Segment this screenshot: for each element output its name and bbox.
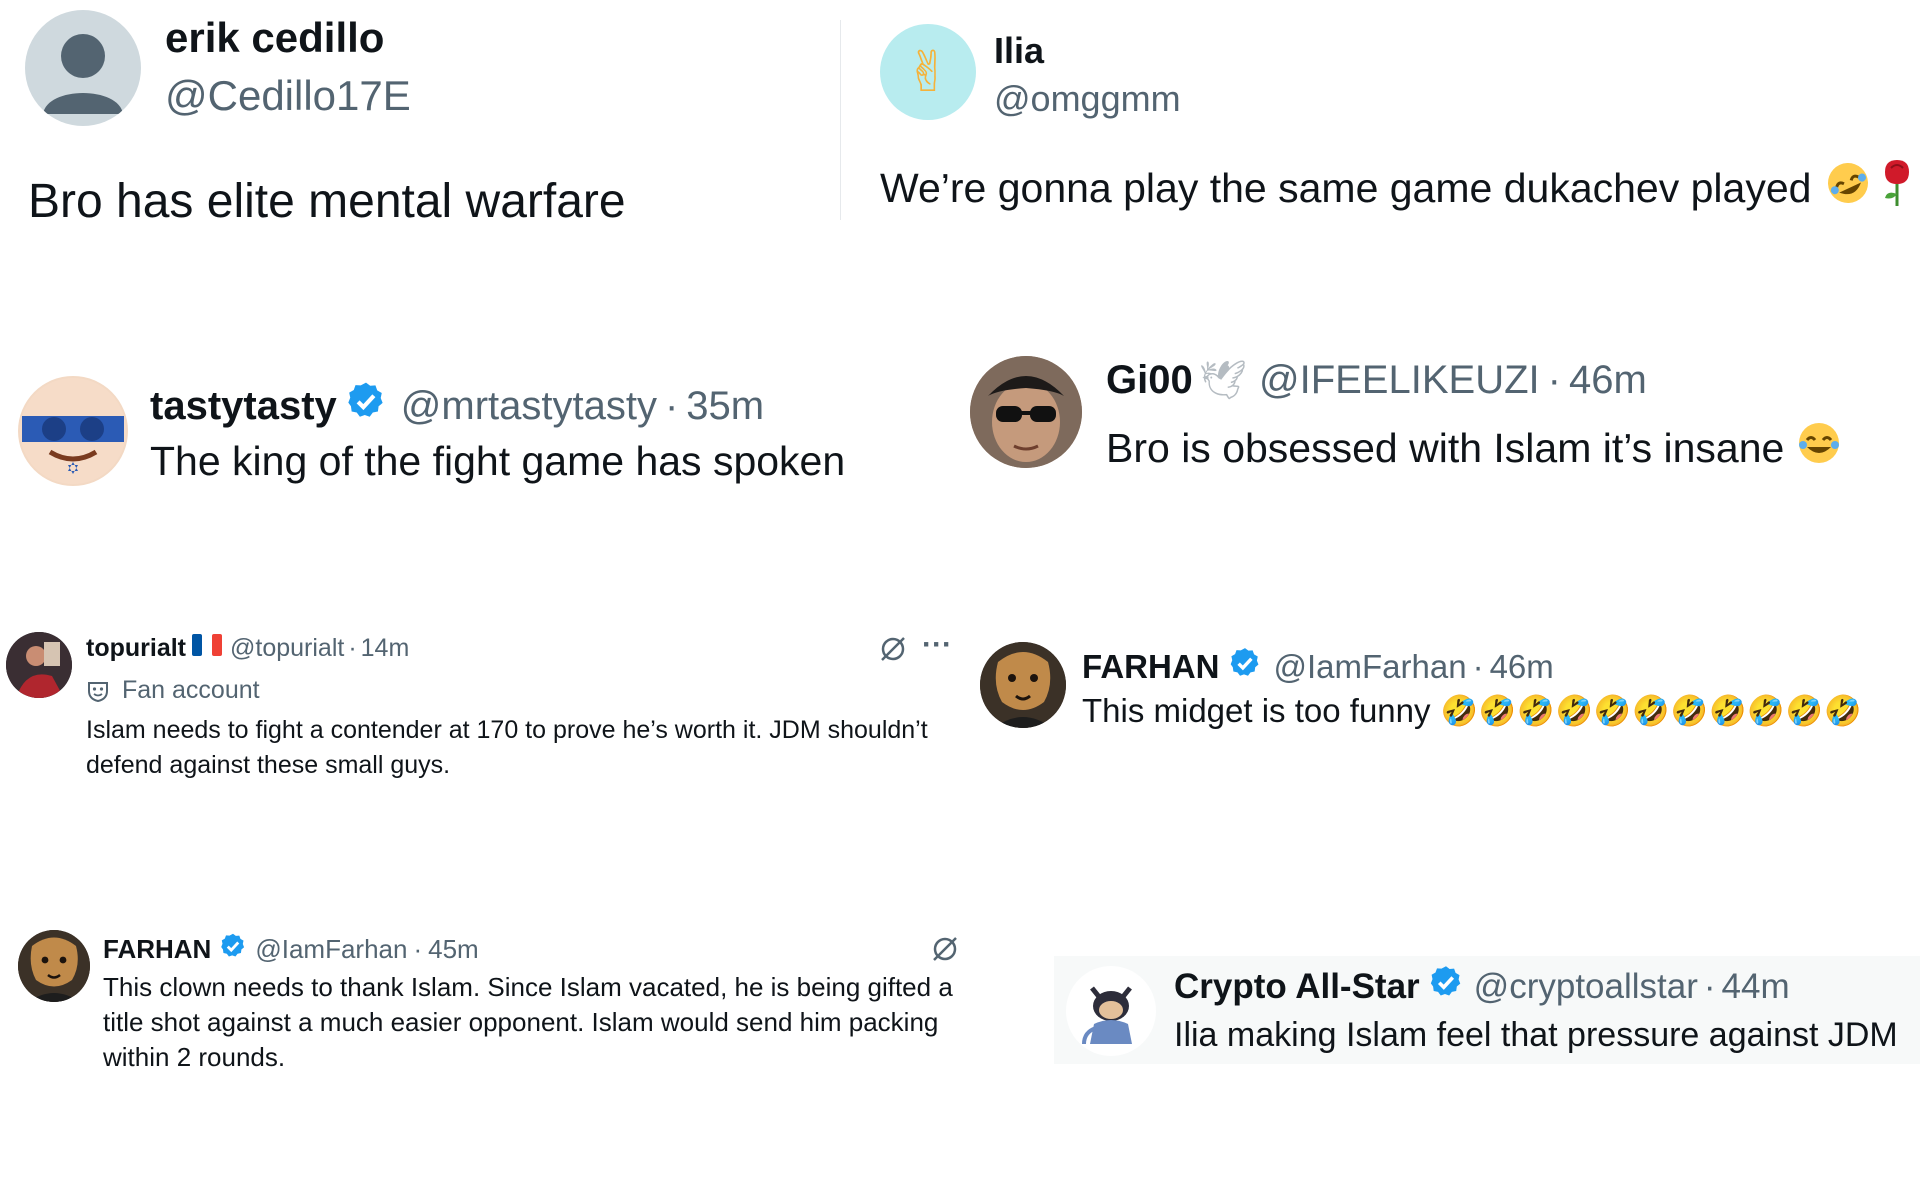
user-handle[interactable]: @IamFarhan bbox=[255, 934, 407, 965]
user-handle[interactable]: @cryptoallstar bbox=[1474, 967, 1698, 1007]
tweet-erik-cedillo[interactable]: erik cedillo @Cedillo17E Bro has elite m… bbox=[0, 0, 820, 230]
card-divider bbox=[840, 20, 841, 220]
rofl-emoji-icon bbox=[1825, 160, 1871, 216]
mask-icon bbox=[86, 679, 110, 703]
avatar[interactable] bbox=[970, 356, 1082, 468]
display-name[interactable]: FARHAN bbox=[103, 934, 211, 965]
tweet-header: Crypto All-Star @cryptoallstar · 44m bbox=[1174, 964, 1790, 1009]
avatar[interactable] bbox=[980, 642, 1066, 728]
avatar[interactable] bbox=[1066, 966, 1156, 1056]
user-handle[interactable]: @topurialt bbox=[230, 634, 344, 663]
rose-emoji-icon bbox=[1877, 158, 1917, 218]
tweet-tastytasty[interactable]: tastytasty @mrtastytasty · 35m The king … bbox=[0, 350, 880, 500]
tweet-farhan-45m[interactable]: FARHAN @IamFarhan · 45m This clown needs… bbox=[0, 920, 1010, 1090]
tweet-text: This midget is too funny bbox=[1082, 692, 1431, 729]
grok-icon[interactable] bbox=[878, 634, 908, 664]
separator-dot: · bbox=[348, 634, 357, 662]
timestamp[interactable]: 44m bbox=[1722, 967, 1790, 1007]
user-handle[interactable]: @mrtastytasty bbox=[401, 384, 657, 429]
avatar[interactable]: ✌ bbox=[880, 24, 976, 120]
user-handle[interactable]: @IamFarhan bbox=[1274, 648, 1467, 686]
verified-badge-icon bbox=[345, 380, 387, 432]
tweet-header: FARHAN @IamFarhan · 45m bbox=[103, 932, 479, 967]
timestamp[interactable]: 45m bbox=[428, 934, 479, 965]
display-name[interactable]: Ilia bbox=[994, 30, 1044, 72]
avatar[interactable] bbox=[6, 632, 72, 698]
separator-dot: · bbox=[413, 934, 423, 964]
tweet-text: Bro is obsessed with Islam it’s insane bbox=[1106, 424, 1785, 471]
tweet-text: We’re gonna play the same game dukachev … bbox=[880, 164, 1812, 211]
timestamp[interactable]: 35m bbox=[686, 384, 764, 429]
tweet-text-row: We’re gonna play the same game dukachev … bbox=[880, 158, 1917, 218]
france-flag-icon bbox=[192, 634, 222, 663]
display-name[interactable]: topurialt bbox=[86, 634, 186, 663]
verified-badge-icon bbox=[1428, 964, 1464, 1009]
display-name[interactable]: Crypto All-Star bbox=[1174, 967, 1420, 1007]
default-avatar[interactable] bbox=[25, 10, 141, 126]
tweet-text-line-3: within 2 rounds. bbox=[103, 1042, 286, 1072]
display-name[interactable]: erik cedillo bbox=[165, 14, 384, 62]
tweet-text: The king of the fight game has spoken bbox=[150, 438, 846, 484]
more-options-button[interactable]: ··· bbox=[922, 628, 952, 662]
tweet-header: topurialt @topurialt · 14m bbox=[86, 634, 409, 663]
tweet-header: FARHAN @IamFarhan · 46m bbox=[1082, 646, 1554, 688]
display-name[interactable]: FARHAN bbox=[1082, 648, 1220, 686]
verified-badge-icon bbox=[1228, 646, 1262, 688]
tweet-crypto-all-star[interactable]: Crypto All-Star @cryptoallstar · 44m Ili… bbox=[1054, 956, 1920, 1064]
verified-badge-icon bbox=[219, 932, 247, 967]
fan-account-badge: Fan account bbox=[86, 676, 260, 705]
user-handle[interactable]: @omggmm bbox=[994, 78, 1181, 120]
separator-dot: · bbox=[1472, 648, 1484, 685]
display-name[interactable]: Gi00 bbox=[1106, 358, 1193, 403]
victory-hand-icon: ✌ bbox=[904, 39, 952, 105]
tweet-text: Ilia making Islam feel that pressure aga… bbox=[1174, 1016, 1898, 1054]
separator-dot: · bbox=[1547, 358, 1561, 402]
tweet-text-line-2: defend against these small guys. bbox=[86, 751, 451, 779]
joy-emoji-icon bbox=[1796, 420, 1842, 476]
separator-dot: · bbox=[1703, 966, 1716, 1006]
timestamp[interactable]: 46m bbox=[1490, 648, 1554, 686]
badge-label: Fan account bbox=[122, 676, 260, 704]
tweet-text-row: Bro is obsessed with Islam it’s insane bbox=[1106, 420, 1842, 476]
tweet-text-line-1: This clown needs to thank Islam. Since I… bbox=[103, 972, 953, 1002]
tweet-farhan-46m[interactable]: FARHAN @IamFarhan · 46m This midget is t… bbox=[970, 630, 1920, 760]
user-handle[interactable]: @IFEELIKEUZI bbox=[1259, 358, 1540, 403]
tweet-text-row: This midget is too funny 🤣🤣🤣🤣🤣🤣🤣🤣🤣🤣🤣 bbox=[1082, 692, 1862, 730]
timestamp[interactable]: 14m bbox=[361, 634, 410, 663]
tweet-topurialt[interactable]: topurialt @topurialt · 14m ··· Fan accou… bbox=[0, 620, 960, 790]
avatar[interactable] bbox=[18, 376, 128, 486]
timestamp[interactable]: 46m bbox=[1569, 358, 1647, 403]
tweet-header: Gi00 🕊 @IFEELIKEUZI · 46m bbox=[1106, 358, 1647, 403]
tweet-text-line-2: title shot against a much easier opponen… bbox=[103, 1007, 939, 1037]
rofl-emoji-icons: 🤣🤣🤣🤣🤣🤣🤣🤣🤣🤣🤣 bbox=[1440, 693, 1863, 729]
default-user-icon bbox=[43, 34, 123, 114]
tweet-text: Bro has elite mental warfare bbox=[28, 175, 626, 228]
separator-dot: · bbox=[664, 383, 679, 428]
display-name[interactable]: tastytasty bbox=[150, 384, 337, 429]
dove-icon: 🕊 bbox=[1198, 358, 1247, 402]
tweet-gi00[interactable]: Gi00 🕊 @IFEELIKEUZI · 46m Bro is obsesse… bbox=[960, 350, 1920, 500]
grok-icon[interactable] bbox=[930, 934, 960, 964]
user-handle[interactable]: @Cedillo17E bbox=[165, 72, 411, 120]
avatar[interactable] bbox=[18, 930, 90, 1002]
tweet-ilia[interactable]: ✌ Ilia @omggmm We’re gonna play the same… bbox=[860, 0, 1920, 230]
tweet-text-line-1: Islam needs to fight a contender at 170 … bbox=[86, 716, 928, 744]
tweet-header: tastytasty @mrtastytasty · 35m bbox=[150, 380, 764, 432]
